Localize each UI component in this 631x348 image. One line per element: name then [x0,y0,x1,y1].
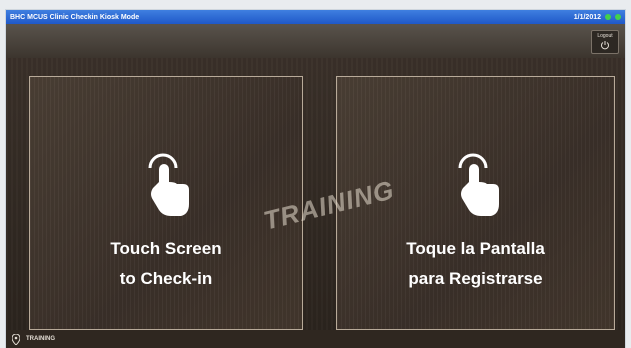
window-title: BHC MCUS Clinic Checkin Kiosk Mode [10,13,140,21]
titlebar-right: 1/1/2012 [574,14,621,21]
status-indicator-2 [615,14,621,20]
date-label: 1/1/2012 [573,13,601,21]
english-line-1: Touch Screen [110,239,222,258]
training-label: TRAINING [26,336,55,342]
power-icon [601,41,609,50]
english-line-2: to Check-in [119,269,213,288]
kiosk-window: BHC MCUS Clinic Checkin Kiosk Mode 1/1/2… [6,10,625,348]
top-toolbar: Logout [6,24,625,59]
spanish-line-1: Toque la Pantalla [406,239,545,258]
check-in-spanish-panel[interactable]: Toque la Pantalla para Registrarse [336,76,615,330]
logout-label: Logout [597,33,613,39]
location-pin-icon [12,333,20,345]
touch-hand-icon [148,153,189,216]
check-in-english-panel[interactable]: Touch Screen to Check-in [29,76,303,330]
footer-bar: TRAINING [6,330,625,348]
logout-button[interactable]: Logout [591,30,619,54]
main-content: Touch Screen to Check-in Toque la Pantal… [6,58,625,330]
touch-hand-icon [458,153,499,216]
title-bar: BHC MCUS Clinic Checkin Kiosk Mode 1/1/2… [6,10,625,24]
spanish-line-2: para Registrarse [408,269,543,288]
status-indicator-1 [605,14,611,20]
